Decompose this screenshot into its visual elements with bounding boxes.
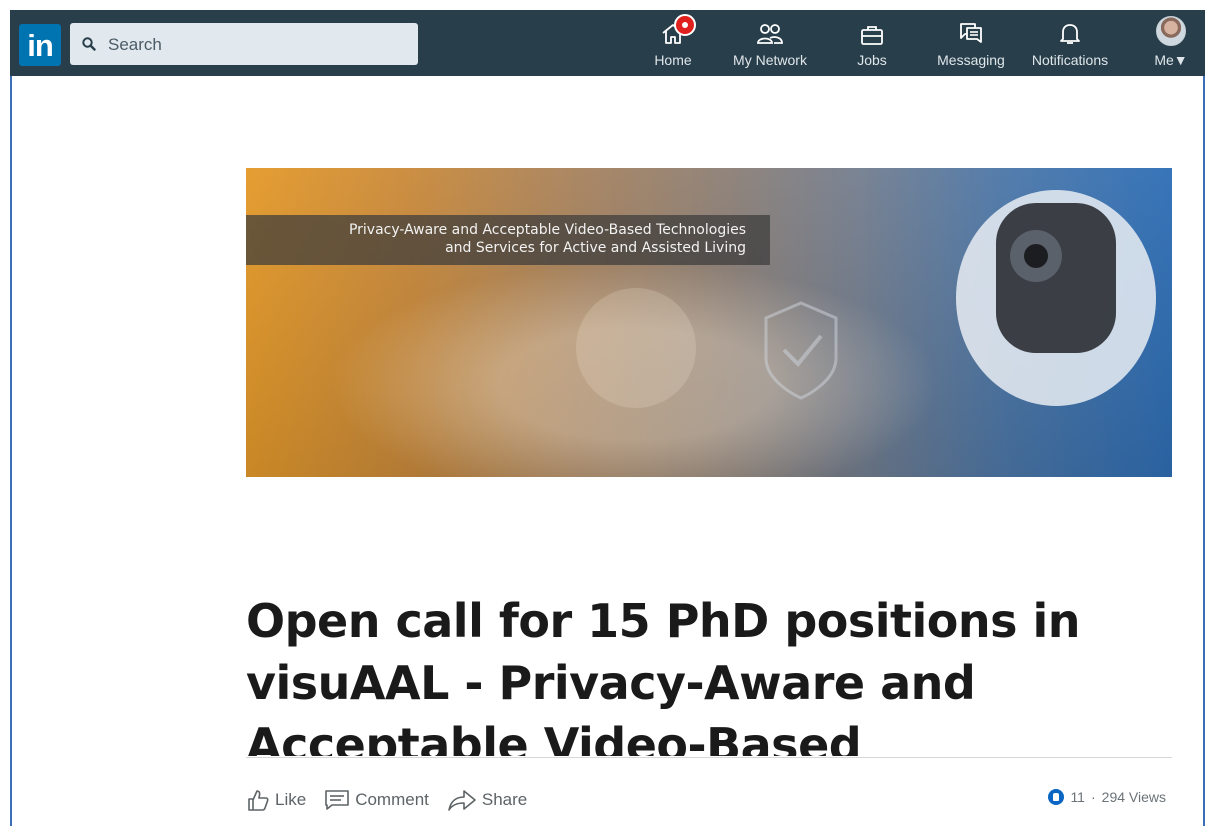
nav-jobs[interactable]: Jobs — [848, 18, 896, 72]
nav-jobs-label: Jobs — [857, 52, 887, 68]
stats-separator: · — [1090, 789, 1096, 805]
linkedin-logo[interactable]: in — [19, 24, 61, 66]
nav-my-network[interactable]: My Network — [725, 18, 815, 72]
like-reaction-icon — [1048, 789, 1065, 805]
share-button[interactable]: Share — [447, 788, 527, 812]
view-count: 294 Views — [1101, 789, 1166, 805]
like-label: Like — [275, 790, 307, 809]
thumbs-up-icon — [248, 790, 269, 811]
nav-messaging[interactable]: Messaging — [932, 18, 1010, 72]
banner-caption-line1: Privacy-Aware and Acceptable Video-Based… — [348, 222, 746, 238]
briefcase-icon — [861, 26, 883, 45]
banner-caption-line2: and Services for Active and Assisted Liv… — [445, 240, 746, 256]
nav-home[interactable]: Home — [643, 14, 703, 72]
avatar — [1156, 16, 1186, 46]
nav-my-network-label: My Network — [733, 52, 807, 68]
article-banner-image: Privacy-Aware and Acceptable Video-Based… — [246, 168, 1172, 477]
chevron-down-icon: ▼ — [1173, 52, 1188, 68]
nav-home-label: Home — [654, 52, 692, 68]
share-label: Share — [481, 790, 528, 809]
search-input[interactable] — [106, 23, 410, 67]
share-icon — [448, 790, 476, 811]
like-button[interactable]: Like — [246, 788, 306, 812]
banner-caption: Privacy-Aware and Acceptable Video-Based… — [246, 215, 770, 265]
nav-messaging-label: Messaging — [937, 52, 1005, 68]
top-nav-bar: in Home My Network — [10, 10, 1205, 76]
article-stats[interactable]: 11 · 294 Views — [1048, 789, 1166, 805]
nav-notifications[interactable]: Notifications — [1020, 18, 1120, 72]
comment-label: Comment — [355, 790, 429, 809]
search-icon — [82, 37, 96, 51]
network-icon — [757, 24, 783, 44]
article-title: Open call for 15 PhD positions in visuAA… — [246, 594, 1081, 756]
divider — [246, 757, 1172, 758]
search-box[interactable] — [70, 23, 418, 67]
comment-icon — [325, 790, 349, 810]
messaging-icon — [960, 23, 982, 43]
reaction-count: 11 — [1070, 789, 1085, 805]
nav-me[interactable]: Me▼ — [1146, 16, 1196, 72]
nav-me-label: Me▼ — [1154, 52, 1188, 68]
article-actions: Like Comment Share — [246, 785, 539, 815]
bell-icon — [1060, 24, 1080, 44]
comment-button[interactable]: Comment — [324, 789, 429, 811]
notification-badge — [674, 14, 696, 36]
nav-notifications-label: Notifications — [1031, 52, 1109, 68]
